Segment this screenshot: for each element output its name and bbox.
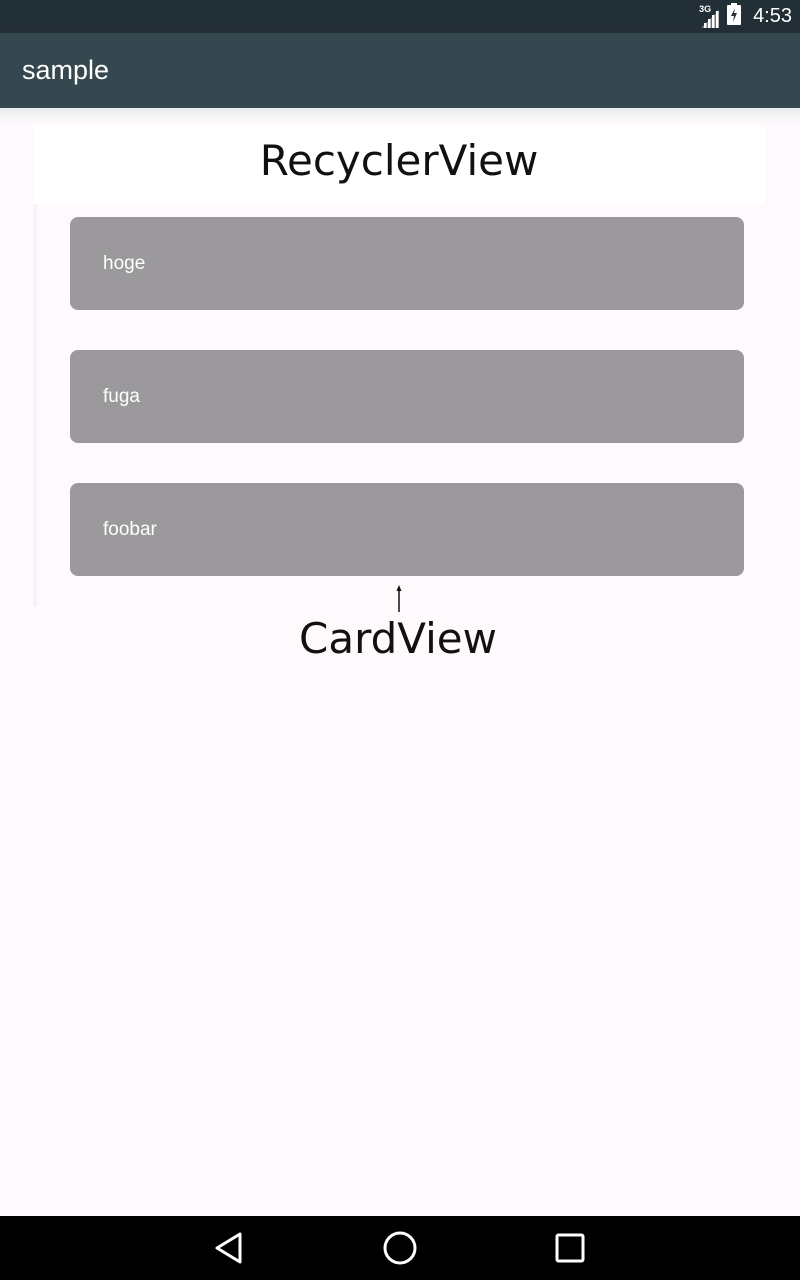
navigation-bar bbox=[0, 1216, 800, 1280]
card-item[interactable]: hoge bbox=[70, 217, 744, 310]
battery-icon bbox=[727, 3, 742, 30]
recents-square-icon[interactable] bbox=[550, 1228, 590, 1268]
app-title: sample bbox=[22, 55, 110, 85]
cardview-caption: CardView bbox=[299, 614, 497, 663]
network-type-label: 3G bbox=[699, 3, 712, 14]
home-circle-icon[interactable] bbox=[380, 1228, 420, 1268]
card-label: fuga bbox=[103, 386, 140, 407]
app-bar: sample bbox=[0, 33, 800, 108]
status-icons: 3G 4:53 bbox=[699, 0, 792, 33]
recyclerview-caption-box: RecyclerView bbox=[33, 126, 765, 204]
status-time: 4:53 bbox=[753, 5, 792, 27]
card-label: hoge bbox=[103, 253, 146, 274]
back-triangle-icon[interactable] bbox=[209, 1228, 249, 1268]
recyclerview-caption: RecyclerView bbox=[259, 136, 539, 185]
card-item[interactable]: fuga bbox=[70, 350, 744, 443]
card-item[interactable]: foobar bbox=[70, 483, 744, 576]
recyclerview-border bbox=[33, 204, 37, 606]
signal-icon: 3G bbox=[699, 3, 721, 28]
card-label: foobar bbox=[103, 519, 157, 540]
app-bar-shadow bbox=[0, 108, 800, 124]
status-bar: 3G 4:53 bbox=[0, 0, 800, 33]
arrow-up-icon bbox=[396, 585, 402, 612]
